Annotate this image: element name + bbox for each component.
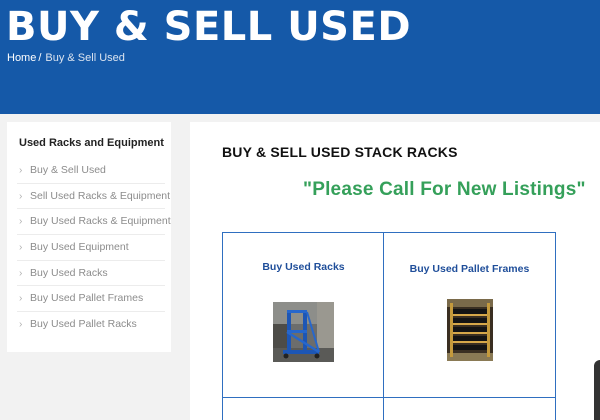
- breadcrumb-current: Buy & Sell Used: [45, 52, 125, 64]
- sidebar-item-buy-used-racks-equipment[interactable]: › Buy Used Racks & Equipment: [17, 209, 171, 236]
- chevron-right-icon: ›: [19, 165, 23, 176]
- product-card-title[interactable]: Buy Used Pallet Frames: [384, 263, 555, 275]
- edge-device-frame: [594, 360, 600, 420]
- sidebar-menu: › Buy & Sell Used › Sell Used Racks & Equi…: [17, 158, 171, 338]
- sidebar-heading: Used Racks and Equipment: [19, 137, 164, 149]
- breadcrumb: Home / Buy & Sell Used: [7, 52, 125, 64]
- sidebar-item-sell-used-racks-equipment[interactable]: › Sell Used Racks & Equipment: [17, 184, 170, 210]
- chevron-right-icon: ›: [19, 242, 23, 254]
- chevron-right-icon: ›: [19, 293, 23, 305]
- call-for-listings-notice: "Please Call For New Listings": [303, 179, 586, 200]
- sidebar-item-buy-sell-used[interactable]: › Buy & Sell Used: [17, 158, 165, 184]
- sidebar-item-label: Buy & Sell Used: [30, 164, 106, 176]
- product-card-placeholder: [222, 397, 385, 420]
- sidebar-item-label: Sell Used Racks & Equipment: [30, 189, 171, 202]
- chevron-right-icon: ›: [19, 267, 23, 279]
- sidebar-item-buy-used-equipment[interactable]: › Buy Used Equipment: [17, 235, 165, 261]
- page-title: BUY & SELL USED: [6, 4, 412, 50]
- chevron-right-icon: ›: [19, 319, 23, 331]
- chevron-right-icon: ›: [19, 190, 23, 202]
- section-title: BUY & SELL USED STACK RACKS: [222, 144, 458, 160]
- product-card-used-racks[interactable]: Buy Used Racks: [222, 232, 385, 399]
- page-hero: BUY & SELL USED Home / Buy & Sell Used: [0, 0, 600, 114]
- sidebar-item-buy-used-pallet-frames[interactable]: › Buy Used Pallet Frames: [17, 286, 165, 313]
- pallet-frames-photo-icon[interactable]: [447, 299, 493, 361]
- chevron-right-icon: ›: [19, 216, 23, 228]
- sidebar-item-label: Buy Used Racks & Equipment: [30, 215, 171, 228]
- sidebar-item-label: Buy Used Pallet Racks: [30, 318, 137, 331]
- breadcrumb-home-link[interactable]: Home: [7, 52, 36, 64]
- sidebar-item-buy-used-pallet-racks[interactable]: › Buy Used Pallet Racks: [17, 312, 165, 338]
- sidebar-item-label: Buy Used Equipment: [30, 241, 129, 254]
- blue-rack-photo-icon[interactable]: [273, 302, 334, 362]
- product-card-used-pallet-frames[interactable]: Buy Used Pallet Frames: [383, 232, 556, 399]
- breadcrumb-separator: /: [38, 52, 42, 64]
- product-card-title[interactable]: Buy Used Racks: [223, 261, 384, 273]
- sidebar-item-buy-used-racks[interactable]: › Buy Used Racks: [17, 261, 165, 287]
- product-card-placeholder: [383, 397, 556, 420]
- sidebar: Used Racks and Equipment › Buy & Sell Use…: [7, 122, 171, 352]
- main-content: BUY & SELL USED STACK RACKS "Please Call…: [190, 122, 600, 420]
- sidebar-item-label: Buy Used Racks: [30, 266, 108, 279]
- sidebar-item-label: Buy Used Pallet Frames: [30, 292, 144, 305]
